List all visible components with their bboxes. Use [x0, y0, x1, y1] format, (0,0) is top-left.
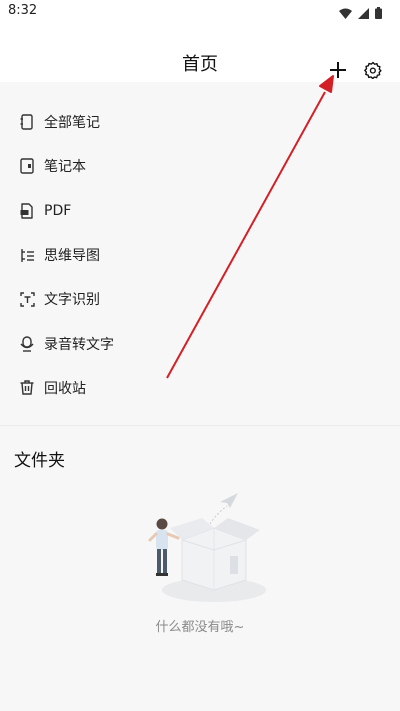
battery-icon — [375, 4, 382, 23]
menu-item-label: 思维导图 — [44, 248, 100, 265]
section-divider — [0, 425, 400, 426]
menu-item-voice-to-text[interactable]: 录音转文字 — [0, 321, 400, 365]
menu-item-label: 笔记本 — [44, 159, 86, 176]
menu-item-notebooks[interactable]: 笔记本 — [0, 144, 400, 188]
navigation-menu: 全部笔记 笔记本 PDF 思维导图 文字识别 录音转文字 回收站 — [0, 100, 400, 410]
status-time: 8:32 — [8, 3, 38, 18]
gear-icon — [364, 61, 382, 79]
settings-button[interactable] — [361, 58, 385, 82]
wifi-icon — [339, 4, 352, 23]
notebook-icon — [19, 114, 35, 130]
menu-item-all-notes[interactable]: 全部笔记 — [0, 100, 400, 144]
add-button[interactable] — [326, 58, 350, 82]
book-icon — [19, 158, 35, 175]
empty-state-text: 什么都没有哦~ — [155, 620, 245, 635]
trash-icon — [19, 380, 35, 396]
status-bar: 8:32 — [0, 0, 400, 24]
menu-item-pdf[interactable]: PDF — [0, 189, 400, 233]
menu-item-label: PDF — [44, 202, 72, 219]
menu-item-text-recognition[interactable]: 文字识别 — [0, 277, 400, 321]
microphone-icon — [19, 335, 35, 352]
menu-item-label: 回收站 — [44, 380, 86, 397]
app-screen: 8:32 首页 全部笔记 笔记本 PDF 思维导图 文字识别 录音转文字 回收站… — [0, 0, 400, 711]
empty-state-illustration — [132, 488, 272, 608]
menu-item-label: 录音转文字 — [44, 336, 114, 353]
signal-icon — [358, 4, 369, 23]
scan-text-icon — [19, 291, 35, 307]
menu-item-label: 全部笔记 — [44, 115, 100, 132]
status-icons — [339, 4, 382, 23]
app-header: 首页 — [0, 24, 400, 82]
folder-section-title: 文件夹 — [14, 451, 65, 471]
plus-icon — [330, 62, 346, 78]
menu-item-mindmap[interactable]: 思维导图 — [0, 233, 400, 277]
menu-item-recycle-bin[interactable]: 回收站 — [0, 366, 400, 410]
mindmap-icon — [19, 247, 35, 263]
pdf-icon — [19, 203, 35, 219]
menu-item-label: 文字识别 — [44, 292, 100, 309]
